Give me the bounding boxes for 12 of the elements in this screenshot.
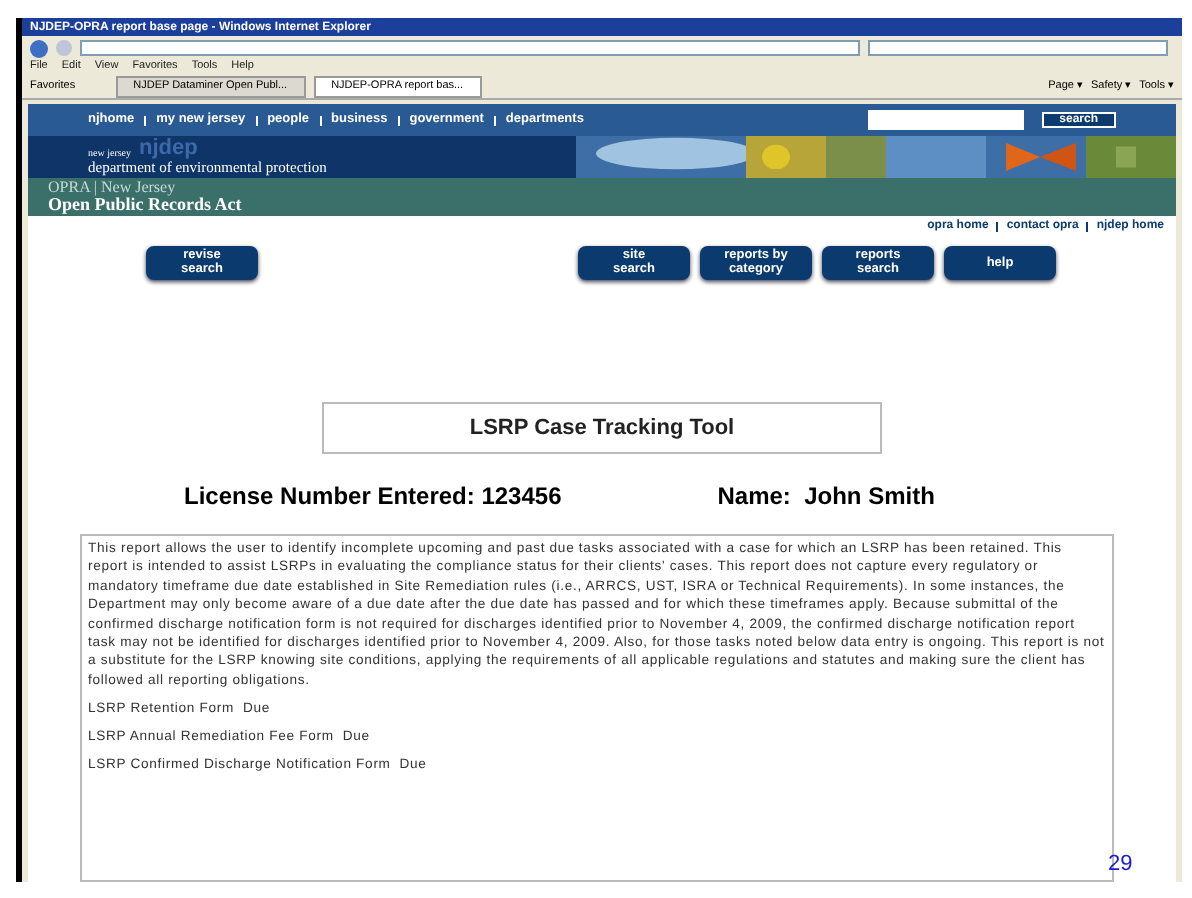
opra-title: Open Public Records Act bbox=[48, 196, 244, 214]
slide-number: 29 bbox=[1108, 850, 1133, 880]
address-field[interactable] bbox=[80, 40, 860, 56]
back-icon[interactable] bbox=[30, 39, 48, 57]
license-number: License Number Entered: 123456 bbox=[184, 480, 562, 514]
web-search-field[interactable] bbox=[868, 40, 1168, 56]
licensee-name: Name: John Smith bbox=[717, 480, 935, 514]
opra-subtitle: OPRA | New Jersey bbox=[48, 180, 178, 196]
site-search-field[interactable] bbox=[867, 110, 1024, 130]
brand-logo-text: njdep bbox=[139, 138, 198, 161]
tool-title: LSRP Case Tracking Tool bbox=[469, 413, 735, 444]
forward-icon[interactable] bbox=[56, 40, 72, 56]
